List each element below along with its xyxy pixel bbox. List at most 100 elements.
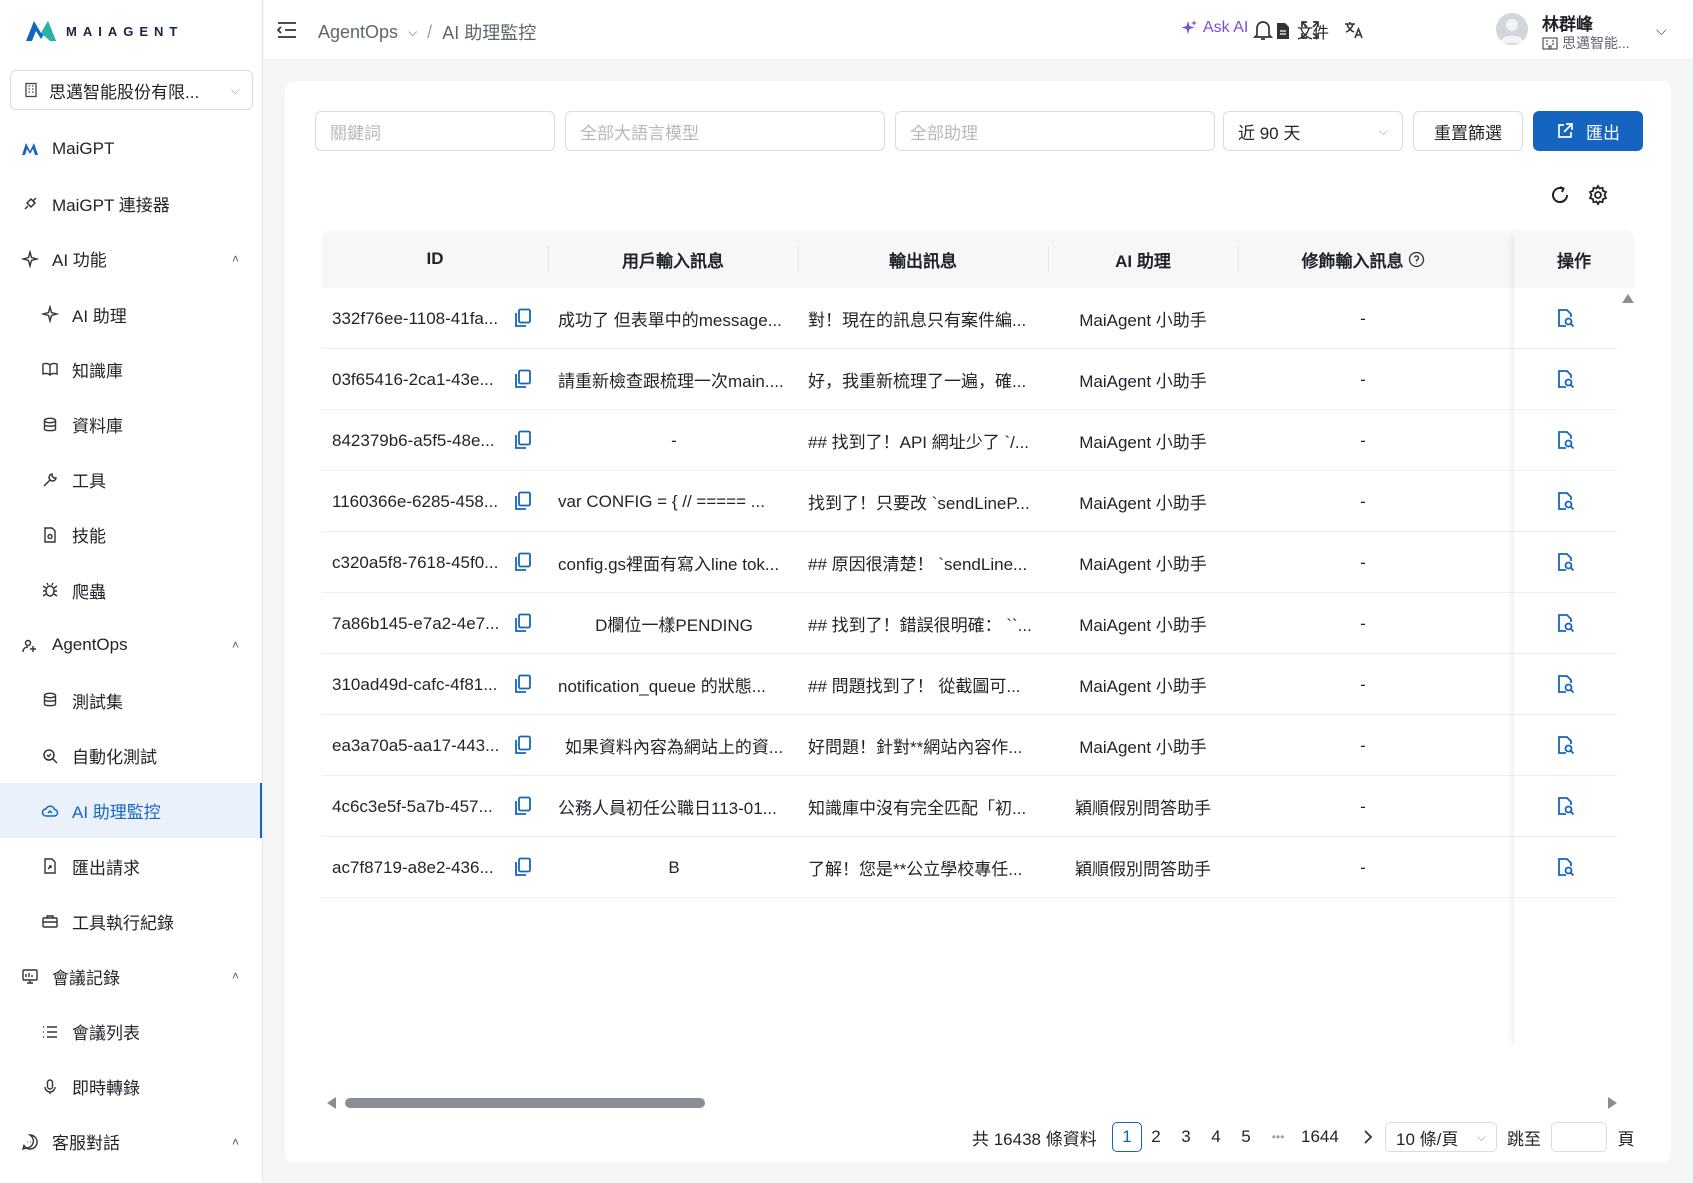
meeting-icon xyxy=(20,966,40,986)
sidebar-item-crawler[interactable]: 爬蟲 xyxy=(0,563,262,618)
page-5[interactable]: 5 xyxy=(1231,1122,1261,1152)
sidebar-item-label: 自動化測試 xyxy=(72,748,157,768)
keyword-input[interactable]: 關鍵詞 xyxy=(315,111,555,151)
sidebar-item-tools[interactable]: 工具 xyxy=(0,452,262,507)
translate-icon[interactable] xyxy=(1342,18,1366,42)
sidebar-item-ai-assistant-monitoring[interactable]: AI 助理監控 xyxy=(0,783,262,839)
table-row[interactable]: c320a5f8-7618-45f0... config.gs裡面有寫入line … xyxy=(322,532,1617,593)
user-organization: 思邁智能... xyxy=(1542,33,1630,53)
view-details-button[interactable] xyxy=(1514,837,1617,898)
sidebar-item-database[interactable]: 資料庫 xyxy=(0,397,262,452)
sidebar-item-tool-execution-logs[interactable]: 工具執行紀錄 xyxy=(0,894,262,949)
copy-icon[interactable] xyxy=(514,735,532,755)
sidebar-item-test-sets[interactable]: 測試集 xyxy=(0,673,262,728)
sidebar-item-live-transcription[interactable]: 即時轉錄 xyxy=(0,1059,262,1114)
table-row[interactable]: ac7f8719-a8e2-436... B 了解！您是**公立學校專任... 穎順假… xyxy=(322,837,1617,898)
model-select[interactable]: 全部大語言模型 xyxy=(565,111,885,151)
column-header-output[interactable]: 輸出訊息 xyxy=(798,230,1048,288)
sidebar-group-meeting-records[interactable]: 會議記錄 ˄ xyxy=(0,949,262,1004)
sidebar-item-ai-assistant[interactable]: AI 助理 xyxy=(0,287,262,342)
view-details-button[interactable] xyxy=(1514,593,1617,654)
chevron-down-icon[interactable]: ⌵ xyxy=(1656,22,1667,39)
horizontal-scrollbar[interactable] xyxy=(327,1095,1617,1109)
cell-id: ac7f8719-a8e2-436... xyxy=(332,857,494,877)
cell-user-input: D欄位一樣PENDING xyxy=(595,616,753,635)
column-header-id[interactable]: ID xyxy=(322,230,548,288)
view-details-button[interactable] xyxy=(1514,715,1617,776)
table-row[interactable]: 310ad49d-cafc-4f81... notification_queue … xyxy=(322,654,1617,715)
export-button[interactable]: 匯出 xyxy=(1533,111,1643,151)
sidebar-item-maigpt[interactable]: MaiGPT xyxy=(0,121,262,176)
copy-icon[interactable] xyxy=(514,552,532,572)
help-circle-icon[interactable] xyxy=(1408,251,1425,268)
brand-logo[interactable]: MAIAGENT xyxy=(24,18,183,44)
table-row[interactable]: 1160366e-6285-458... var CONFIG = { // ==… xyxy=(322,471,1617,532)
copy-icon[interactable] xyxy=(514,491,532,511)
view-details-button[interactable] xyxy=(1514,532,1617,593)
next-page-button[interactable] xyxy=(1353,1122,1383,1152)
scroll-right-arrow[interactable] xyxy=(1608,1097,1617,1109)
scroll-up-arrow[interactable] xyxy=(1622,294,1634,303)
sidebar-item-skills[interactable]: 技能 xyxy=(0,507,262,562)
table-row[interactable]: 03f65416-2ca1-43e... 請重新檢查跟梳理一次main.... 好，… xyxy=(322,349,1617,410)
scrollbar-thumb[interactable] xyxy=(345,1098,705,1108)
sidebar-item-automated-testing[interactable]: 自動化測試 xyxy=(0,728,262,783)
copy-icon[interactable] xyxy=(514,308,532,328)
page-2[interactable]: 2 xyxy=(1141,1122,1171,1152)
view-details-button[interactable] xyxy=(1514,776,1617,837)
sidebar-group-ai-features[interactable]: AI 功能 ˄ xyxy=(0,231,262,286)
agentops-icon xyxy=(20,635,40,655)
fullscreen-icon[interactable] xyxy=(1298,18,1322,42)
sidebar-item-label: 測試集 xyxy=(72,692,123,712)
view-details-button[interactable] xyxy=(1514,471,1617,532)
copy-icon[interactable] xyxy=(514,796,532,816)
page-size-select[interactable]: 10 條/頁 ⌵ xyxy=(1385,1122,1497,1152)
copy-icon[interactable] xyxy=(514,674,532,694)
table-row[interactable]: ea3a70a5-aa17-443... 如果資料內容為網站上的資... 好問題！針… xyxy=(322,715,1617,776)
date-range-select[interactable]: 近 90 天 ⌵ xyxy=(1223,111,1403,151)
ask-ai-button[interactable]: Ask AI xyxy=(1180,19,1248,37)
table-row[interactable]: 4c6c3e5f-5a7b-457... 公務人員初任公職日113-01... 知識… xyxy=(322,776,1617,837)
copy-icon[interactable] xyxy=(514,857,532,877)
assistant-select[interactable]: 全部助理 xyxy=(895,111,1215,151)
cell-user-input: notification_queue 的狀態... xyxy=(558,677,766,696)
breadcrumb: AgentOps ⌵ / AI 助理監控 xyxy=(318,19,536,45)
column-header-user-input[interactable]: 用戶輸入訊息 xyxy=(548,230,798,288)
view-details-button[interactable] xyxy=(1514,410,1617,471)
scroll-left-arrow[interactable] xyxy=(327,1097,336,1109)
sidebar-group-agentops[interactable]: AgentOps ˄ xyxy=(0,618,262,673)
refresh-icon[interactable] xyxy=(1547,182,1573,208)
page-4[interactable]: 4 xyxy=(1201,1122,1231,1152)
jump-to-page-input[interactable] xyxy=(1551,1122,1607,1152)
sidebar-item-export-requests[interactable]: 匯出請求 xyxy=(0,838,262,893)
column-header-ai-assistant[interactable]: AI 助理 xyxy=(1048,230,1238,288)
page-last[interactable]: 1644 xyxy=(1301,1122,1339,1152)
view-details-button[interactable] xyxy=(1514,349,1617,410)
menu-collapse-icon[interactable] xyxy=(276,20,298,40)
settings-gear-icon[interactable] xyxy=(1585,182,1611,208)
view-details-button[interactable] xyxy=(1514,654,1617,715)
page-1[interactable]: 1 xyxy=(1112,1122,1142,1152)
file-search-icon xyxy=(1557,797,1574,816)
page-ellipsis[interactable]: ••• xyxy=(1263,1122,1293,1152)
sidebar-group-customer-service[interactable]: 客服對話 ˄ xyxy=(0,1114,262,1169)
table-row[interactable]: 332f76ee-1108-41fa... 成功了 但表單中的message...… xyxy=(322,288,1617,349)
table-row[interactable]: 7a86b145-e7a2-4e7... D欄位一樣PENDING ## 找到了！錯… xyxy=(322,593,1617,654)
copy-icon[interactable] xyxy=(514,613,532,633)
breadcrumb-agentops[interactable]: AgentOps xyxy=(318,22,398,43)
copy-icon[interactable] xyxy=(514,369,532,389)
sidebar-item-knowledge-base[interactable]: 知識庫 xyxy=(0,342,262,397)
copy-icon[interactable] xyxy=(514,430,532,450)
avatar[interactable] xyxy=(1496,13,1528,45)
cell-ai-assistant: MaiAgent 小助手 xyxy=(1079,738,1207,757)
organization-select[interactable]: 思邁智能股份有限... ⌵ xyxy=(10,70,253,110)
page-3[interactable]: 3 xyxy=(1171,1122,1201,1152)
sidebar-item-maigpt-connector[interactable]: MaiGPT 連接器 xyxy=(0,176,262,231)
sidebar-item-meeting-list[interactable]: 會議列表 xyxy=(0,1004,262,1059)
column-header-refined-input[interactable]: 修飾輸入訊息 xyxy=(1238,230,1488,288)
table-row[interactable]: 842379b6-a5f5-48e... - ## 找到了！API 網址少了 `/.… xyxy=(322,410,1617,471)
reset-filters-button[interactable]: 重置篩選 xyxy=(1413,111,1523,151)
view-details-button[interactable] xyxy=(1514,288,1617,349)
bell-icon[interactable] xyxy=(1251,18,1275,42)
cell-refined-input: - xyxy=(1360,308,1366,328)
